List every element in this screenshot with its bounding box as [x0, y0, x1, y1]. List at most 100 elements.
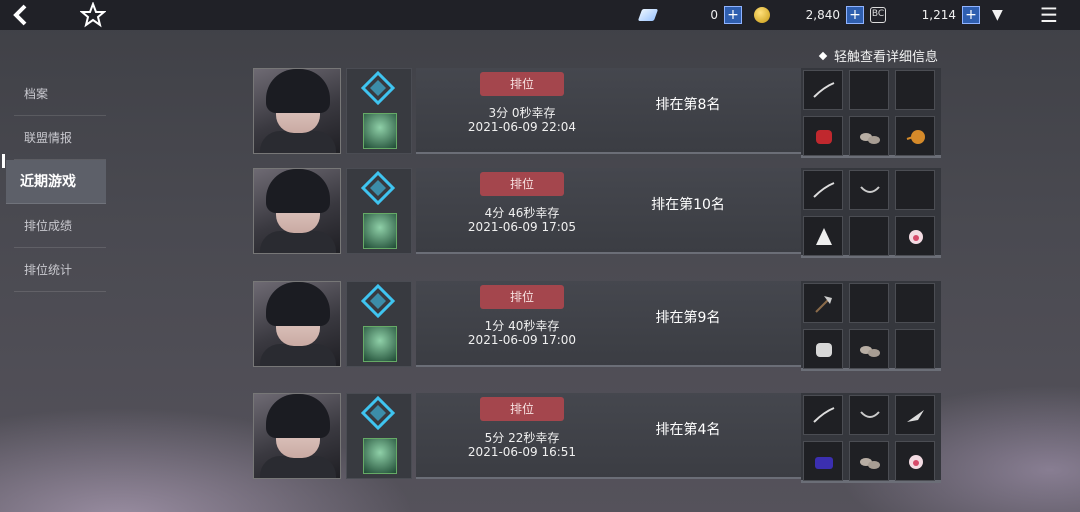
survival-time: 4分 46秒幸存 — [484, 206, 560, 220]
shoes-icon — [860, 458, 880, 469]
red-armor-icon — [816, 130, 832, 144]
item-slot[interactable] — [849, 170, 889, 210]
match-icons — [346, 168, 412, 254]
item-slot[interactable] — [895, 329, 935, 369]
feather-icon — [907, 410, 924, 422]
rank-tier-icon — [361, 396, 395, 430]
survival-time: 3分 0秒幸存 — [488, 106, 556, 120]
character-portrait — [253, 281, 341, 367]
white-pouch-icon — [816, 228, 832, 245]
sidebar-item-label: 联盟情报 — [24, 131, 73, 145]
sidebar-item-profile[interactable]: 档案 — [14, 72, 106, 116]
star-icon[interactable] — [79, 1, 107, 35]
item-grid — [801, 281, 941, 371]
item-slot[interactable] — [849, 116, 889, 156]
item-slot[interactable] — [849, 283, 889, 323]
blue-armor-icon — [815, 457, 833, 469]
shoes-icon — [860, 346, 880, 357]
top-bar: 0 + 2,840 + BC 1,214 + ▼ ☰ — [0, 0, 1080, 30]
coin-amount: 2,840 — [805, 8, 840, 22]
item-slot[interactable] — [803, 70, 843, 110]
blade-icon — [813, 182, 835, 198]
item-slot[interactable] — [895, 170, 935, 210]
character-icon — [363, 213, 397, 249]
mode-badge: 排位 — [480, 397, 564, 421]
character-icon — [363, 113, 397, 149]
match-icons — [346, 68, 412, 154]
item-slot[interactable] — [849, 70, 889, 110]
item-slot[interactable] — [803, 395, 843, 435]
silver-armor-icon — [816, 343, 832, 357]
sidebar-item-ranked-results[interactable]: 排位成绩 — [14, 204, 106, 248]
orange-trinket-icon — [906, 130, 925, 144]
gem-amount: 0 — [710, 8, 718, 22]
match-info: 排位 4分 46秒幸存 2021-06-09 17:05 排在第10名 — [416, 168, 801, 254]
match-icons — [346, 393, 412, 479]
pink-pearl-icon — [909, 455, 923, 469]
sidebar-item-label: 近期游戏 — [20, 174, 76, 190]
sidebar-item-alliance[interactable]: 联盟情报 — [14, 116, 106, 160]
character-icon — [363, 326, 397, 362]
match-card[interactable]: 排位 3分 0秒幸存 2021-06-09 22:04 排在第8名 — [251, 66, 941, 166]
sidebar-item-label: 排位成绩 — [24, 219, 73, 233]
item-slot[interactable] — [895, 70, 935, 110]
placement: 排在第8名 — [655, 97, 721, 113]
detail-hint: 轻触查看详细信息 — [818, 46, 939, 65]
survival-time: 1分 40秒幸存 — [484, 319, 560, 333]
item-slot[interactable] — [849, 216, 889, 256]
add-gem-button[interactable]: + — [724, 6, 742, 24]
placement: 排在第10名 — [651, 197, 725, 213]
blade-icon — [813, 407, 835, 423]
sidebar-item-label: 排位统计 — [24, 263, 73, 277]
rank-tier-icon — [361, 71, 395, 105]
match-date: 2021-06-09 22:04 — [467, 120, 577, 134]
match-card[interactable]: 排位 1分 40秒幸存 2021-06-09 17:00 排在第9名 — [251, 279, 941, 379]
shoes-icon — [860, 133, 880, 144]
item-slot[interactable] — [803, 329, 843, 369]
match-card[interactable]: 排位 4分 46秒幸存 2021-06-09 17:05 排在第10名 — [251, 166, 941, 266]
survival-time: 5分 22秒幸存 — [484, 431, 560, 445]
mode-badge: 排位 — [480, 285, 564, 309]
placement: 排在第9名 — [655, 310, 721, 326]
add-token-button[interactable]: + — [962, 6, 980, 24]
mode-badge: 排位 — [480, 172, 564, 196]
item-slot[interactable] — [895, 441, 935, 481]
item-slot[interactable] — [849, 441, 889, 481]
coin-icon — [754, 7, 770, 23]
add-coin-button[interactable]: + — [846, 6, 864, 24]
sidebar-item-recent-games[interactable]: 近期游戏 — [2, 154, 106, 204]
ring-icon — [860, 186, 880, 193]
sidebar: 档案 联盟情报 近期游戏 排位成绩 排位统计 — [2, 72, 106, 292]
character-portrait — [253, 168, 341, 254]
sidebar-item-label: 档案 — [24, 87, 49, 101]
sidebar-item-ranked-stats[interactable]: 排位统计 — [14, 248, 106, 292]
detail-hint-text: 轻触查看详细信息 — [834, 50, 939, 65]
crystal-icon — [637, 9, 659, 21]
menu-icon[interactable]: ☰ — [1040, 2, 1058, 28]
match-card[interactable]: 排位 5分 22秒幸存 2021-06-09 16:51 排在第4名 — [251, 391, 941, 491]
rank-tier-icon — [361, 284, 395, 318]
match-info: 排位 1分 40秒幸存 2021-06-09 17:00 排在第9名 — [416, 281, 801, 367]
item-grid — [801, 168, 941, 258]
item-slot[interactable] — [895, 395, 935, 435]
item-slot[interactable] — [849, 395, 889, 435]
item-slot[interactable] — [803, 283, 843, 323]
token-icon: BC — [870, 7, 886, 23]
item-grid — [801, 68, 941, 158]
item-slot[interactable] — [803, 170, 843, 210]
item-slot[interactable] — [803, 116, 843, 156]
dropdown-icon[interactable]: ▼ — [992, 2, 1003, 28]
item-slot[interactable] — [803, 216, 843, 256]
item-slot[interactable] — [849, 329, 889, 369]
item-slot[interactable] — [895, 116, 935, 156]
character-icon — [363, 438, 397, 474]
item-slot[interactable] — [803, 441, 843, 481]
rank-tier-icon — [361, 171, 395, 205]
diamond-bullet-icon — [818, 51, 828, 61]
item-slot[interactable] — [895, 283, 935, 323]
token-amount: 1,214 — [921, 8, 956, 22]
item-grid — [801, 393, 941, 483]
back-arrow-icon[interactable] — [10, 2, 32, 35]
item-slot[interactable] — [895, 216, 935, 256]
character-portrait — [253, 393, 341, 479]
